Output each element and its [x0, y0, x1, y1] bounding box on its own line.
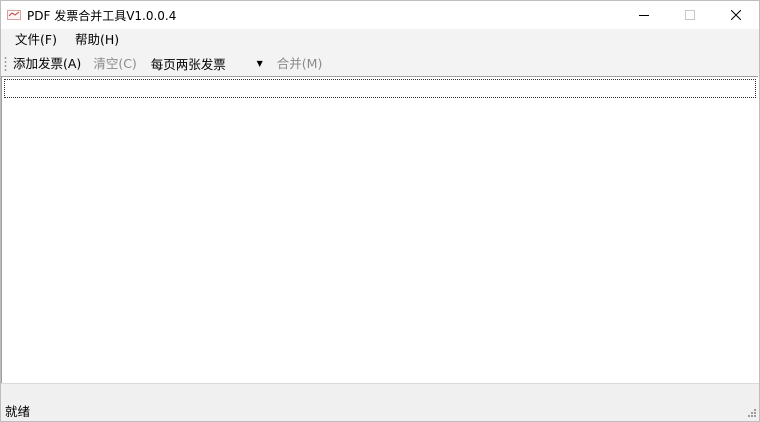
- minimize-icon: [639, 15, 649, 16]
- window-title: PDF 发票合并工具V1.0.0.4: [27, 8, 177, 23]
- app-window: PDF 发票合并工具V1.0.0.4 文件(F) 帮助(H) 添加发票(A) 清…: [0, 0, 760, 422]
- status-bar: 就绪: [1, 383, 759, 421]
- toolbar: 添加发票(A) 清空(C) 每页两张发票 ▼ 合并(M): [1, 51, 759, 76]
- toolbar-grip-icon[interactable]: [4, 55, 7, 72]
- pages-layout-value: 每页两张发票: [150, 57, 226, 72]
- maximize-button[interactable]: [667, 1, 713, 29]
- merge-button[interactable]: 合并(M): [277, 51, 323, 76]
- pages-layout-select[interactable]: 每页两张发票 ▼: [149, 54, 267, 73]
- menu-bar: 文件(F) 帮助(H): [1, 29, 759, 51]
- dropdown-arrow-icon: ▼: [256, 59, 263, 68]
- minimize-button[interactable]: [621, 1, 667, 29]
- invoice-list[interactable]: [1, 76, 758, 383]
- resize-grip-icon[interactable]: [745, 408, 757, 420]
- clear-button[interactable]: 清空(C): [93, 51, 136, 76]
- menu-help[interactable]: 帮助(H): [68, 29, 126, 51]
- window-controls: [621, 1, 759, 29]
- close-button[interactable]: [713, 1, 759, 29]
- title-bar[interactable]: PDF 发票合并工具V1.0.0.4: [1, 1, 759, 29]
- app-icon: [7, 9, 21, 21]
- maximize-icon: [685, 10, 695, 20]
- status-text: 就绪: [5, 404, 31, 419]
- menu-file[interactable]: 文件(F): [8, 29, 64, 51]
- add-invoice-button[interactable]: 添加发票(A): [13, 51, 81, 76]
- list-item-focus[interactable]: [4, 79, 756, 98]
- close-icon: [731, 10, 741, 20]
